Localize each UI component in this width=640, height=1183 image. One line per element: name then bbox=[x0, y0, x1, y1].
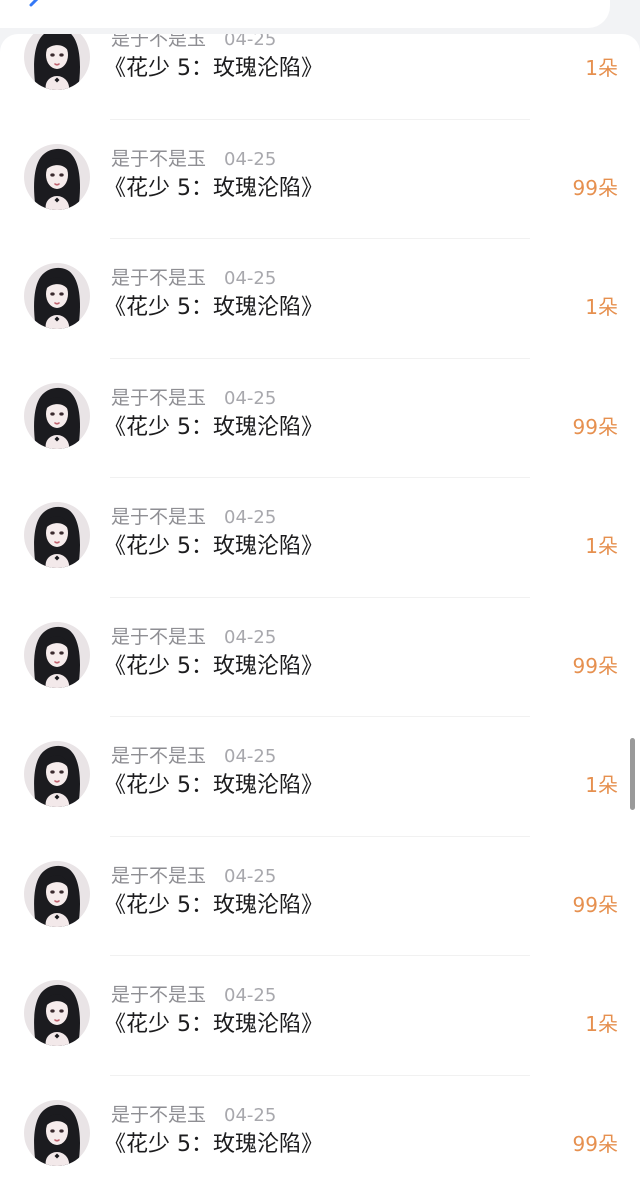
item-title: 《花少 5：玫瑰沦陷》 bbox=[104, 56, 323, 81]
list-item[interactable]: 是于不是玉 04-25 《花少 5：玫瑰沦陷》 99朵 bbox=[0, 1076, 640, 1183]
item-title: 《花少 5：玫瑰沦陷》 bbox=[104, 414, 323, 440]
avatar[interactable] bbox=[24, 741, 90, 807]
item-title: 《花少 5：玫瑰沦陷》 bbox=[104, 1012, 323, 1037]
avatar-image bbox=[24, 860, 90, 927]
list-item[interactable]: 是于不是玉 04-25 《花少 5：玫瑰沦陷》 1朵 bbox=[0, 717, 640, 837]
item-meta: 是于不是玉 04-25 bbox=[111, 502, 276, 528]
avatar-image bbox=[24, 143, 90, 210]
gift-amount: 1朵 bbox=[585, 534, 618, 558]
item-meta: 是于不是玉 04-25 bbox=[111, 383, 276, 409]
item-date: 04-25 bbox=[224, 387, 277, 409]
gift-amount: 1朵 bbox=[585, 56, 618, 80]
item-title: 《花少 5：玫瑰沦陷》 bbox=[104, 295, 323, 320]
gift-list: 是于不是玉 04-25 《花少 5：玫瑰沦陷》 1朵 是于不是玉 04-25 《花少… bbox=[0, 34, 640, 1183]
user-name[interactable]: 是于不是玉 bbox=[111, 506, 206, 528]
gift-list-panel: 是于不是玉 04-25 《花少 5：玫瑰沦陷》 1朵 是于不是玉 04-25 《花少… bbox=[0, 34, 640, 1183]
item-meta: 是于不是玉 04-25 bbox=[111, 741, 276, 767]
avatar-image bbox=[24, 502, 90, 568]
item-meta: 是于不是玉 04-25 bbox=[111, 861, 276, 887]
user-name[interactable]: 是于不是玉 bbox=[111, 387, 206, 409]
gift-amount: 1朵 bbox=[585, 1012, 618, 1036]
avatar[interactable] bbox=[24, 980, 90, 1046]
scrollbar[interactable] bbox=[630, 738, 635, 810]
item-date: 04-25 bbox=[224, 34, 277, 50]
item-meta: 是于不是玉 04-25 bbox=[111, 980, 276, 1006]
item-date: 04-25 bbox=[224, 865, 277, 887]
avatar[interactable] bbox=[24, 860, 90, 927]
user-name[interactable]: 是于不是玉 bbox=[111, 865, 206, 887]
list-item[interactable]: 是于不是玉 04-25 《花少 5：玫瑰沦陷》 99朵 bbox=[0, 837, 640, 956]
item-meta: 是于不是玉 04-25 bbox=[111, 263, 276, 289]
item-title: 《花少 5：玫瑰沦陷》 bbox=[104, 773, 323, 798]
gift-amount: 99朵 bbox=[572, 175, 618, 200]
avatar[interactable] bbox=[24, 34, 90, 90]
item-date: 04-25 bbox=[224, 985, 277, 1006]
list-item[interactable]: 是于不是玉 04-25 《花少 5：玫瑰沦陷》 99朵 bbox=[0, 598, 640, 717]
user-name[interactable]: 是于不是玉 bbox=[111, 267, 206, 289]
item-meta: 是于不是玉 04-25 bbox=[111, 34, 276, 50]
item-meta: 是于不是玉 04-25 bbox=[111, 1100, 276, 1126]
gift-amount: 1朵 bbox=[585, 295, 618, 319]
list-item[interactable]: 是于不是玉 04-25 《花少 5：玫瑰沦陷》 1朵 bbox=[0, 956, 640, 1076]
avatar-image bbox=[24, 1099, 90, 1166]
list-item[interactable]: 是于不是玉 04-25 《花少 5：玫瑰沦陷》 1朵 bbox=[0, 34, 640, 120]
avatar-image bbox=[24, 980, 90, 1046]
gift-amount: 1朵 bbox=[585, 773, 618, 797]
avatar[interactable] bbox=[24, 143, 90, 210]
user-name[interactable]: 是于不是玉 bbox=[111, 1104, 206, 1126]
search-bar-bottom[interactable] bbox=[0, 0, 610, 28]
item-title: 《花少 5：玫瑰沦陷》 bbox=[104, 534, 323, 559]
item-date: 04-25 bbox=[224, 1104, 277, 1126]
list-item[interactable]: 是于不是玉 04-25 《花少 5：玫瑰沦陷》 99朵 bbox=[0, 359, 640, 478]
user-name[interactable]: 是于不是玉 bbox=[111, 745, 206, 767]
avatar-image bbox=[24, 621, 90, 688]
user-name[interactable]: 是于不是玉 bbox=[111, 148, 206, 170]
item-date: 04-25 bbox=[224, 746, 277, 767]
top-bar bbox=[0, 0, 640, 30]
avatar-image bbox=[24, 34, 90, 90]
item-date: 04-25 bbox=[224, 507, 277, 528]
avatar-image bbox=[24, 382, 90, 449]
avatar[interactable] bbox=[24, 1099, 90, 1166]
list-item[interactable]: 是于不是玉 04-25 《花少 5：玫瑰沦陷》 99朵 bbox=[0, 120, 640, 239]
avatar[interactable] bbox=[24, 382, 90, 449]
chevron-left-icon[interactable] bbox=[22, 0, 46, 12]
item-meta: 是于不是玉 04-25 bbox=[111, 144, 276, 170]
avatar[interactable] bbox=[24, 263, 90, 329]
avatar[interactable] bbox=[24, 621, 90, 688]
list-item[interactable]: 是于不是玉 04-25 《花少 5：玫瑰沦陷》 1朵 bbox=[0, 478, 640, 598]
avatar-image bbox=[24, 741, 90, 807]
avatar[interactable] bbox=[24, 502, 90, 568]
avatar-image bbox=[24, 263, 90, 329]
gift-amount: 99朵 bbox=[572, 414, 618, 439]
item-title: 《花少 5：玫瑰沦陷》 bbox=[104, 1131, 323, 1157]
item-title: 《花少 5：玫瑰沦陷》 bbox=[104, 653, 323, 679]
gift-amount: 99朵 bbox=[572, 892, 618, 917]
list-item[interactable]: 是于不是玉 04-25 《花少 5：玫瑰沦陷》 1朵 bbox=[0, 239, 640, 359]
user-name[interactable]: 是于不是玉 bbox=[111, 626, 206, 648]
item-date: 04-25 bbox=[224, 268, 277, 289]
item-title: 《花少 5：玫瑰沦陷》 bbox=[104, 175, 323, 201]
item-date: 04-25 bbox=[224, 626, 277, 648]
gift-amount: 99朵 bbox=[572, 1131, 618, 1156]
gift-amount: 99朵 bbox=[572, 653, 618, 678]
item-title: 《花少 5：玫瑰沦陷》 bbox=[104, 892, 323, 918]
user-name[interactable]: 是于不是玉 bbox=[111, 34, 206, 50]
item-date: 04-25 bbox=[224, 148, 277, 170]
user-name[interactable]: 是于不是玉 bbox=[111, 984, 206, 1006]
item-meta: 是于不是玉 04-25 bbox=[111, 622, 276, 648]
